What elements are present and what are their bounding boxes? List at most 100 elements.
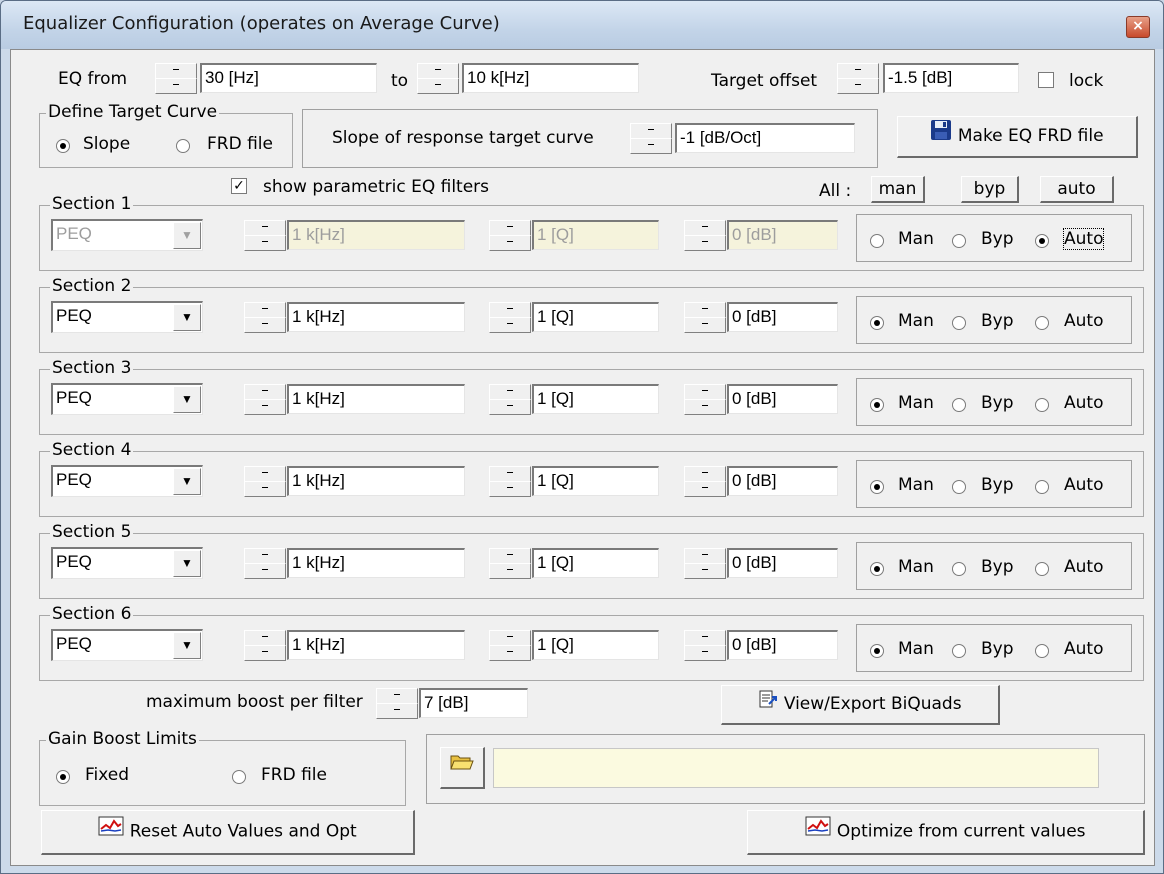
spin-up-icon[interactable]	[155, 63, 197, 79]
spin-up-icon[interactable]	[684, 466, 726, 482]
byp-radio[interactable]	[952, 480, 966, 494]
all-man-button[interactable]: man	[871, 176, 925, 203]
spin-down-icon[interactable]	[244, 563, 286, 579]
gain-spinner[interactable]	[684, 466, 727, 497]
spin-up-icon[interactable]	[244, 466, 286, 482]
spin-down-icon[interactable]	[489, 317, 531, 333]
chevron-down-icon[interactable]: ▼	[173, 550, 201, 577]
open-file-button[interactable]	[440, 747, 485, 789]
spin-up-icon[interactable]	[489, 220, 531, 236]
make-eq-frd-button[interactable]: Make EQ FRD file	[897, 116, 1138, 158]
spin-down-icon[interactable]	[684, 481, 726, 497]
byp-radio[interactable]	[952, 562, 966, 576]
gain-input[interactable]: 0 [dB]	[727, 384, 838, 414]
spin-up-icon[interactable]	[684, 384, 726, 400]
spin-up-icon[interactable]	[489, 302, 531, 318]
filter-type-select[interactable]: PEQ ▼	[51, 301, 203, 333]
byp-radio[interactable]	[952, 234, 966, 248]
freq-spinner[interactable]	[244, 630, 287, 661]
gain-input[interactable]: 0 [dB]	[727, 220, 838, 250]
freq-input[interactable]: 1 k[Hz]	[287, 302, 465, 332]
man-radio[interactable]	[870, 644, 884, 658]
auto-radio[interactable]	[1035, 398, 1049, 412]
freq-input[interactable]: 1 k[Hz]	[287, 466, 465, 496]
spin-down-icon[interactable]	[417, 78, 459, 94]
spin-down-icon[interactable]	[684, 563, 726, 579]
auto-radio[interactable]	[1035, 644, 1049, 658]
slope-spinner[interactable]	[630, 123, 673, 154]
filter-type-select[interactable]: PEQ ▼	[51, 547, 203, 579]
chevron-down-icon[interactable]: ▼	[173, 304, 201, 331]
spin-up-icon[interactable]	[244, 384, 286, 400]
spin-up-icon[interactable]	[376, 688, 418, 704]
man-radio[interactable]	[870, 562, 884, 576]
eq-from-input[interactable]: 30 [Hz]	[200, 63, 377, 93]
slope-radio[interactable]	[56, 139, 70, 153]
freq-spinner[interactable]	[244, 548, 287, 579]
spin-up-icon[interactable]	[489, 548, 531, 564]
max-boost-spinner[interactable]	[376, 688, 419, 719]
q-input[interactable]: 1 [Q]	[532, 466, 659, 496]
spin-down-icon[interactable]	[155, 78, 197, 94]
spin-down-icon[interactable]	[244, 399, 286, 415]
q-input[interactable]: 1 [Q]	[532, 630, 659, 660]
reset-auto-values-button[interactable]: Reset Auto Values and Opt	[41, 810, 415, 855]
q-spinner[interactable]	[489, 548, 532, 579]
spin-down-icon[interactable]	[244, 235, 286, 251]
freq-input[interactable]: 1 k[Hz]	[287, 630, 465, 660]
lock-checkbox[interactable]	[1038, 72, 1054, 88]
gain-spinner[interactable]	[684, 548, 727, 579]
gain-spinner[interactable]	[684, 384, 727, 415]
spin-down-icon[interactable]	[684, 645, 726, 661]
freq-spinner[interactable]	[244, 384, 287, 415]
q-input[interactable]: 1 [Q]	[532, 220, 659, 250]
spin-up-icon[interactable]	[684, 548, 726, 564]
q-input[interactable]: 1 [Q]	[532, 302, 659, 332]
spin-up-icon[interactable]	[244, 220, 286, 236]
spin-down-icon[interactable]	[837, 78, 879, 94]
chevron-down-icon[interactable]: ▼	[173, 468, 201, 495]
man-radio[interactable]	[870, 398, 884, 412]
eq-to-input[interactable]: 10 k[Hz]	[462, 63, 639, 93]
all-auto-button[interactable]: auto	[1040, 176, 1114, 203]
spin-down-icon[interactable]	[489, 481, 531, 497]
eq-to-spinner[interactable]	[417, 63, 460, 94]
all-byp-button[interactable]: byp	[961, 176, 1019, 203]
filter-type-select[interactable]: PEQ ▼	[51, 383, 203, 415]
gain-input[interactable]: 0 [dB]	[727, 466, 838, 496]
spin-down-icon[interactable]	[489, 399, 531, 415]
spin-up-icon[interactable]	[417, 63, 459, 79]
target-offset-spinner[interactable]	[837, 63, 880, 94]
gain-spinner[interactable]	[684, 220, 727, 251]
spin-up-icon[interactable]	[244, 630, 286, 646]
man-radio[interactable]	[870, 480, 884, 494]
max-boost-input[interactable]: 7 [dB]	[419, 688, 528, 718]
gain-spinner[interactable]	[684, 630, 727, 661]
gain-spinner[interactable]	[684, 302, 727, 333]
spin-up-icon[interactable]	[244, 548, 286, 564]
q-spinner[interactable]	[489, 384, 532, 415]
gain-input[interactable]: 0 [dB]	[727, 548, 838, 578]
freq-spinner[interactable]	[244, 302, 287, 333]
q-spinner[interactable]	[489, 630, 532, 661]
auto-radio[interactable]	[1035, 234, 1049, 248]
freq-input[interactable]: 1 k[Hz]	[287, 548, 465, 578]
spin-down-icon[interactable]	[684, 317, 726, 333]
fixed-radio[interactable]	[56, 770, 70, 784]
q-input[interactable]: 1 [Q]	[532, 384, 659, 414]
auto-radio[interactable]	[1035, 480, 1049, 494]
spin-down-icon[interactable]	[489, 235, 531, 251]
spin-up-icon[interactable]	[489, 630, 531, 646]
spin-up-icon[interactable]	[630, 123, 672, 139]
spin-up-icon[interactable]	[684, 302, 726, 318]
spin-down-icon[interactable]	[489, 563, 531, 579]
chevron-down-icon[interactable]: ▼	[173, 222, 201, 249]
byp-radio[interactable]	[952, 644, 966, 658]
target-offset-input[interactable]: -1.5 [dB]	[883, 63, 1019, 93]
spin-up-icon[interactable]	[489, 384, 531, 400]
spin-down-icon[interactable]	[244, 317, 286, 333]
spin-down-icon[interactable]	[684, 399, 726, 415]
file-path-field[interactable]	[493, 748, 1099, 788]
spin-down-icon[interactable]	[489, 645, 531, 661]
q-spinner[interactable]	[489, 220, 532, 251]
